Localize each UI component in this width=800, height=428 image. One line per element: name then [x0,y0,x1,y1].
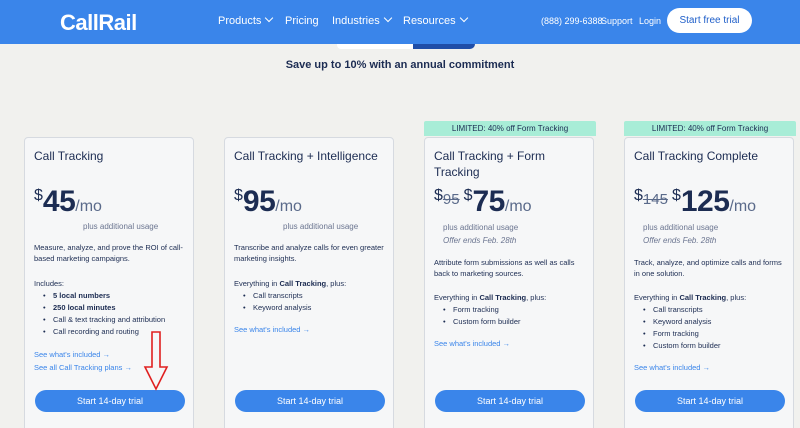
feature-item: Custom form builder [443,316,593,328]
promo-ribbon: LIMITED: 40% off Form Tracking [424,121,596,136]
annotation-arrow-icon [143,331,169,391]
plan-description: Transcribe and analyze calls for even gr… [234,243,384,263]
plan-description: Track, analyze, and optimize calls and f… [634,258,782,278]
nav-resources[interactable]: Resources [403,13,468,27]
original-price: 145 [642,191,668,208]
nav-pricing[interactable]: Pricing [285,15,319,27]
feature-list: Form tracking Custom form builder [443,304,593,328]
see-whats-included-link[interactable]: See what's included → [34,350,110,359]
chevron-down-icon [265,13,274,23]
feature-item: Custom form builder [643,340,793,352]
plan-price: $95/mo [234,185,302,218]
feature-item: Call transcripts [243,290,393,302]
plan-title: Call Tracking + Form Tracking [434,149,546,179]
start-free-trial-button[interactable]: Start free trial [667,8,752,33]
plan-price: $45/mo [34,185,102,218]
nav-products[interactable]: Products [218,13,274,27]
see-all-plans-link[interactable]: See all Call Tracking plans → [34,363,132,372]
start-trial-button[interactable]: Start 14-day trial [435,390,585,412]
usage-note: plus additional usage [83,222,159,231]
plan-card-call-tracking-intelligence: Call Tracking + Intelligence $95/mo plus… [224,137,394,428]
site-header: CallRail Products Pricing Industries Res… [0,0,800,44]
phone-number[interactable]: (888) 299-6388 [541,16,603,26]
feature-list: Call transcripts Keyword analysis Form t… [643,304,793,352]
feature-item: Form tracking [643,328,793,340]
plan-card-call-form-tracking: Call Tracking + Form Tracking $95 $75/mo … [424,137,594,428]
callrail-logo[interactable]: CallRail [60,10,137,36]
original-price: 95 [442,191,460,208]
plan-description: Measure, analyze, and prove the ROI of c… [34,243,183,263]
plan-description: Attribute form submissions as well as ca… [434,258,575,278]
annual-savings-text: Save up to 10% with an annual commitment [285,59,515,71]
see-whats-included-link[interactable]: See what's included → [234,325,310,334]
plan-title: Call Tracking [34,149,104,163]
feature-item: Call recording and routing [43,326,193,338]
feature-item: 5 local numbers [43,290,193,302]
billing-toggle-annual[interactable] [413,44,475,49]
plan-title: Call Tracking Complete [634,149,759,163]
usage-note: plus additional usage [643,223,719,232]
feature-list: Call transcripts Keyword analysis [243,290,393,314]
plan-price: $95 $75/mo [434,185,532,218]
feature-item: Call & text tracking and attribution [43,314,193,326]
usage-note: plus additional usage [283,222,359,231]
feature-list: 5 local numbers 250 local minutes Call &… [43,290,193,338]
includes-label: Everything in Call Tracking, plus: [234,279,347,288]
usage-note: plus additional usage [443,223,519,232]
includes-label: Everything in Call Tracking, plus: [634,293,747,302]
billing-toggle-monthly[interactable] [337,44,413,49]
feature-item: Call transcripts [643,304,793,316]
promo-ribbon: LIMITED: 40% off Form Tracking [624,121,796,136]
includes-label: Everything in Call Tracking, plus: [434,293,547,302]
includes-label: Includes: [34,279,65,288]
support-link[interactable]: Support [601,16,633,26]
plan-price: $145 $125/mo [634,185,757,218]
start-trial-button[interactable]: Start 14-day trial [635,390,785,412]
feature-item: Keyword analysis [643,316,793,328]
see-whats-included-link[interactable]: See what's included → [434,339,510,348]
start-trial-button[interactable]: Start 14-day trial [35,390,185,412]
nav-industries[interactable]: Industries [332,13,392,27]
start-trial-button[interactable]: Start 14-day trial [235,390,385,412]
offer-deadline: Offer ends Feb. 28th [643,236,717,245]
feature-item: Form tracking [443,304,593,316]
plan-card-call-tracking-complete: Call Tracking Complete $145 $125/mo plus … [624,137,794,428]
see-whats-included-link[interactable]: See what's included → [634,363,710,372]
chevron-down-icon [383,13,392,23]
offer-deadline: Offer ends Feb. 28th [443,236,517,245]
feature-item: Keyword analysis [243,302,393,314]
plan-title: Call Tracking + Intelligence [234,149,378,163]
chevron-down-icon [459,13,468,23]
login-link[interactable]: Login [639,16,661,26]
feature-item: 250 local minutes [43,302,193,314]
